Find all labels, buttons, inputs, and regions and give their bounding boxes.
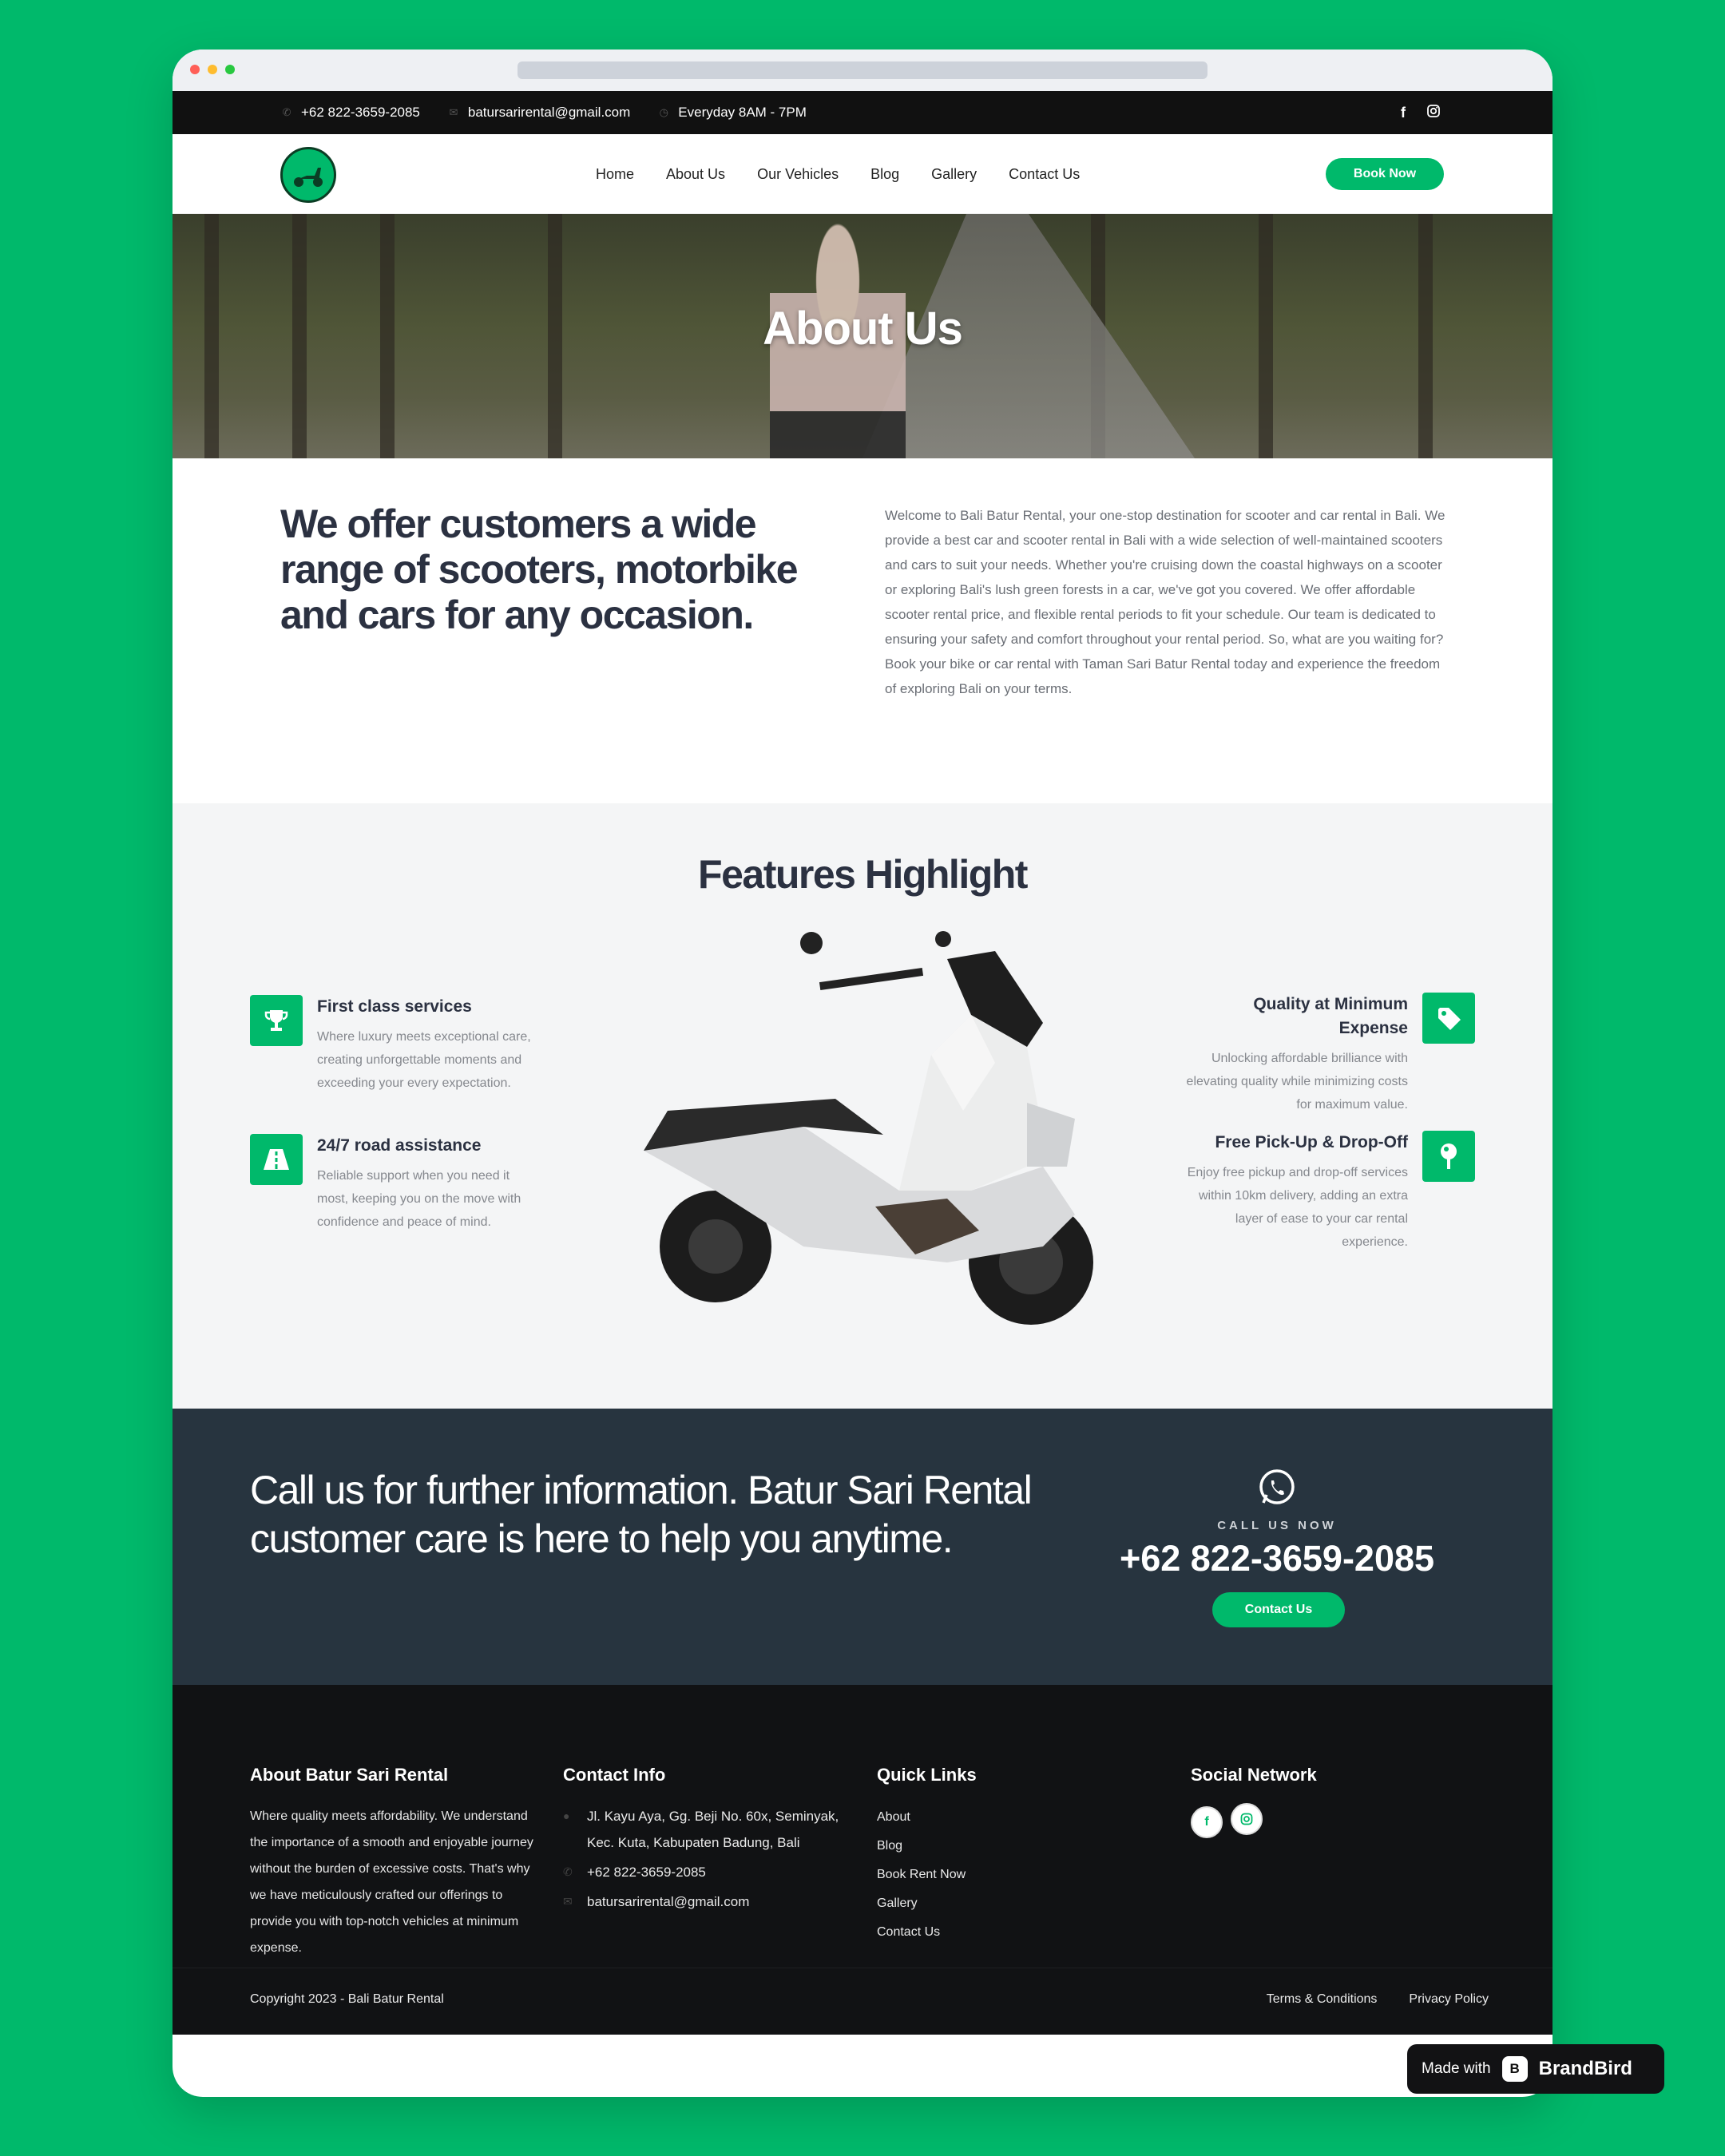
scooter-image xyxy=(644,931,1093,1325)
footer-phone[interactable]: ✆ +62 822-3659-2085 xyxy=(563,1859,851,1885)
tag-icon xyxy=(1422,993,1475,1044)
feature-pickup: Free Pick-Up & Drop-Off Enjoy free picku… xyxy=(1180,1131,1475,1258)
terms-link[interactable]: Terms & Conditions xyxy=(1267,1992,1378,2007)
page-title: About Us xyxy=(763,303,963,355)
footer-bottom-bar: Copyright 2023 - Bali Batur Rental Terms… xyxy=(172,1968,1552,2035)
call-to-action-section: Call us for further information. Batur S… xyxy=(172,1409,1552,1685)
feature-text: Unlocking affordable brilliance with ele… xyxy=(1186,1052,1408,1112)
nav-about-us[interactable]: About Us xyxy=(666,166,725,183)
about-section: We offer customers a wide range of scoot… xyxy=(172,458,1552,803)
footer-about-text: Where quality meets affordability. We un… xyxy=(250,1809,533,1955)
footer-link-about[interactable]: About xyxy=(877,1803,1116,1832)
minimize-window-dot[interactable] xyxy=(208,65,217,74)
location-icon: ● xyxy=(563,1809,570,1822)
feature-title: Quality at Minimum Expense xyxy=(1253,995,1408,1037)
footer-address: ● Jl. Kayu Aya, Gg. Beji No. 60x, Seminy… xyxy=(563,1803,851,1856)
logo[interactable] xyxy=(280,147,336,203)
close-window-dot[interactable] xyxy=(190,65,200,74)
hero-banner: About Us xyxy=(172,214,1552,458)
main-navigation: Home About Us Our Vehicles Blog Gallery … xyxy=(172,134,1552,214)
nav-contact-us[interactable]: Contact Us xyxy=(1009,166,1080,183)
browser-window: ✆ +62 822-3659-2085 ✉ batursarirental@gm… xyxy=(172,50,1552,2097)
feature-quality: Quality at Minimum Expense Unlocking aff… xyxy=(1180,993,1475,1120)
phone-icon: ✆ xyxy=(282,106,291,118)
feature-title: Free Pick-Up & Drop-Off xyxy=(1215,1133,1408,1151)
about-body: Welcome to Bali Batur Rental, your one-s… xyxy=(885,508,1445,696)
footer-links-column: Quick Links About Blog Book Rent Now Gal… xyxy=(877,1765,1116,1947)
topbar-hours: ◷ Everyday 8AM - 7PM xyxy=(657,105,807,121)
copyright-text: Copyright 2023 - Bali Batur Rental xyxy=(250,1992,444,2006)
feature-text: Enjoy free pickup and drop-off services … xyxy=(1187,1166,1408,1249)
nav-our-vehicles[interactable]: Our Vehicles xyxy=(757,166,839,183)
brandbird-logo-icon: B xyxy=(1501,2056,1528,2082)
feature-title: First class services xyxy=(317,997,472,1016)
footer-contact-column: Contact Info ● Jl. Kayu Aya, Gg. Beji No… xyxy=(563,1765,851,1918)
scooter-logo-icon xyxy=(294,168,323,187)
brandbird-badge[interactable]: Made with B BrandBird xyxy=(1407,2044,1664,2094)
feature-title: 24/7 road assistance xyxy=(317,1136,482,1155)
footer: About Batur Sari Rental Where quality me… xyxy=(172,1685,1552,2035)
whatsapp-icon[interactable] xyxy=(1257,1468,1297,1508)
nav-home[interactable]: Home xyxy=(596,166,634,183)
footer-link-blog[interactable]: Blog xyxy=(877,1832,1116,1861)
features-title: Features Highlight xyxy=(698,852,1028,897)
map-pin-icon xyxy=(1422,1131,1475,1182)
book-now-button[interactable]: Book Now xyxy=(1326,158,1444,190)
privacy-link[interactable]: Privacy Policy xyxy=(1409,1992,1489,2007)
footer-social-column: Social Network f xyxy=(1191,1765,1430,1838)
made-with-label: Made with xyxy=(1422,2060,1491,2077)
feature-text: Reliable support when you need it most, … xyxy=(317,1169,521,1229)
footer-links-title: Quick Links xyxy=(877,1765,977,1785)
feature-road-assistance: 24/7 road assistance Reliable support wh… xyxy=(250,1134,545,1238)
browser-chrome xyxy=(172,50,1552,91)
top-info-bar: ✆ +62 822-3659-2085 ✉ batursarirental@gm… xyxy=(172,91,1552,134)
topbar-email[interactable]: ✉ batursarirental@gmail.com xyxy=(447,105,630,121)
nav-gallery[interactable]: Gallery xyxy=(931,166,977,183)
footer-link-gallery[interactable]: Gallery xyxy=(877,1889,1116,1918)
cta-phone-number[interactable]: +62 822-3659-2085 xyxy=(1115,1538,1439,1579)
topbar-phone[interactable]: ✆ +62 822-3659-2085 xyxy=(280,105,420,121)
facebook-icon[interactable]: f xyxy=(1191,1806,1223,1838)
facebook-icon[interactable]: f xyxy=(1401,105,1406,121)
footer-social-title: Social Network xyxy=(1191,1765,1317,1785)
road-icon xyxy=(250,1134,303,1185)
footer-about-title: About Batur Sari Rental xyxy=(250,1765,449,1785)
mail-icon: ✉ xyxy=(563,1895,573,1908)
nav-blog[interactable]: Blog xyxy=(870,166,899,183)
cta-heading: Call us for further information. Batur S… xyxy=(250,1468,1033,1561)
address-bar[interactable] xyxy=(518,61,1208,79)
footer-link-contact-us[interactable]: Contact Us xyxy=(877,1918,1116,1947)
footer-email[interactable]: ✉ batursarirental@gmail.com xyxy=(563,1888,851,1915)
mail-icon: ✉ xyxy=(449,106,458,118)
features-section: Features Highlight First class services … xyxy=(172,803,1552,1409)
maximize-window-dot[interactable] xyxy=(225,65,235,74)
feature-first-class: First class services Where luxury meets … xyxy=(250,995,545,1123)
phone-icon: ✆ xyxy=(563,1865,573,1878)
contact-us-button[interactable]: Contact Us xyxy=(1212,1592,1345,1627)
footer-about-column: About Batur Sari Rental Where quality me… xyxy=(250,1765,537,1961)
brandbird-name: BrandBird xyxy=(1538,2058,1632,2079)
footer-link-book-rent-now[interactable]: Book Rent Now xyxy=(877,1861,1116,1889)
footer-contact-title: Contact Info xyxy=(563,1765,666,1785)
instagram-icon[interactable] xyxy=(1231,1803,1263,1835)
clock-icon: ◷ xyxy=(659,106,668,118)
trophy-icon xyxy=(250,995,303,1046)
call-us-now-label: CALL US NOW xyxy=(1217,1519,1337,1532)
window-controls xyxy=(190,65,235,74)
about-heading: We offer customers a wide range of scoot… xyxy=(280,501,799,637)
instagram-icon[interactable] xyxy=(1426,104,1441,122)
feature-text: Where luxury meets exceptional care, cre… xyxy=(317,1030,531,1090)
